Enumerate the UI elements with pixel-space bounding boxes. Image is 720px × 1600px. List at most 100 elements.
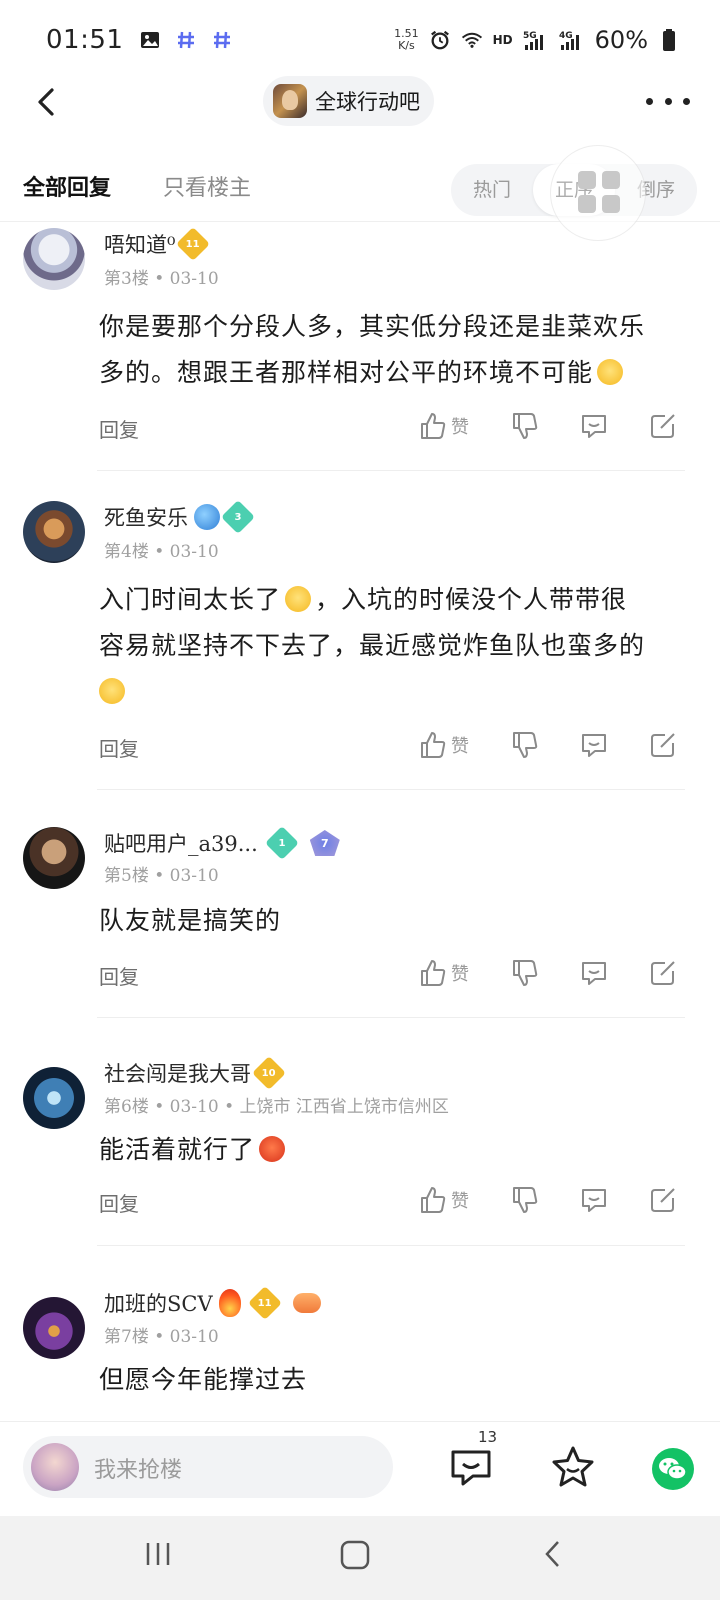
- gamepad-badge-icon: [292, 1293, 321, 1313]
- share-edit-icon[interactable]: [647, 1184, 679, 1216]
- recent-apps-icon[interactable]: [142, 1538, 174, 1570]
- post-content: 你是要那个分段人多，其实低分段还是韭菜欢乐 多的。想跟王者那样相对公平的环境不可…: [99, 312, 646, 387]
- top-nav-bar: 全球行动吧: [0, 72, 720, 132]
- gallery-icon: [139, 29, 161, 51]
- post-content: 入门时间太长了 ，入坑的时候没个人带带很 容易就坚持不下去了，最近感觉炸鱼队也蛮多…: [99, 577, 689, 715]
- star-icon[interactable]: [550, 1444, 596, 1490]
- smile-emoji-icon: [597, 359, 624, 385]
- divider: [97, 1017, 685, 1018]
- home-icon[interactable]: [338, 1538, 372, 1572]
- sort-hot-button[interactable]: 热门: [451, 164, 533, 216]
- level-badge: 3: [221, 500, 255, 534]
- post-actions: 回复 赞: [99, 1184, 689, 1224]
- forum-pill[interactable]: 全球行动吧: [263, 76, 434, 126]
- avatar[interactable]: [23, 501, 85, 563]
- post-meta: 第7楼 • 03-10: [104, 1327, 219, 1347]
- system-navigation-bar: [0, 1516, 720, 1600]
- username[interactable]: 死鱼安乐: [104, 502, 188, 532]
- comment-icon[interactable]: [578, 1184, 610, 1216]
- thumb-down-icon[interactable]: [509, 410, 541, 442]
- like-button[interactable]: 赞: [417, 729, 469, 761]
- hashtag-icon: [175, 29, 197, 51]
- thumb-down-icon[interactable]: [509, 1184, 541, 1216]
- member-badge-icon: 7: [309, 830, 340, 856]
- battery-percent: 60%: [594, 26, 648, 54]
- comment-icon[interactable]: [578, 957, 610, 989]
- wechat-share-icon[interactable]: [652, 1448, 694, 1490]
- forum-avatar: [273, 84, 307, 118]
- post-actions: 回复 赞: [99, 957, 689, 997]
- sweat-emoji-icon: [99, 678, 125, 704]
- divider: [97, 1245, 685, 1246]
- thumb-down-icon[interactable]: [509, 729, 541, 761]
- reply-input-placeholder: 我来抢楼: [94, 1458, 183, 1483]
- reply-button[interactable]: 回复: [99, 414, 139, 443]
- fire-emoji-icon: [218, 1289, 241, 1317]
- more-options-button[interactable]: [646, 84, 690, 118]
- tab-all-replies[interactable]: 全部回复: [23, 170, 111, 202]
- level-badge: 10: [252, 1056, 286, 1090]
- status-bar: 01:51 1.51 K/s HD 5G 4G 60%: [0, 0, 720, 80]
- thumb-up-icon: [421, 960, 446, 986]
- divider: [97, 789, 685, 790]
- svg-text:4G: 4G: [559, 31, 573, 41]
- tab-owner-only[interactable]: 只看楼主: [163, 170, 251, 202]
- thumb-up-icon: [421, 413, 446, 439]
- back-icon[interactable]: [538, 1538, 570, 1570]
- angry-emoji-icon: [259, 1136, 286, 1162]
- post-content: 队友就是搞笑的: [99, 906, 282, 935]
- forum-title: 全球行动吧: [315, 90, 420, 114]
- reply-input[interactable]: 我来抢楼: [23, 1436, 393, 1498]
- avatar[interactable]: [23, 1067, 85, 1129]
- share-edit-icon[interactable]: [647, 957, 679, 989]
- comments-icon[interactable]: [448, 1444, 494, 1490]
- comment-icon[interactable]: [578, 410, 610, 442]
- my-avatar: [31, 1443, 79, 1491]
- username[interactable]: 唔知道⁰: [104, 229, 175, 259]
- like-button[interactable]: 赞: [417, 1184, 469, 1216]
- level-badge: 11: [247, 1286, 282, 1320]
- username[interactable]: 贴吧用户_a39...: [104, 828, 258, 858]
- battery-icon: [658, 29, 680, 51]
- post-meta: 第4楼 • 03-10: [104, 542, 219, 562]
- share-edit-icon[interactable]: [647, 410, 679, 442]
- post-content: 但愿今年能撑过去: [99, 1365, 308, 1394]
- like-button[interactable]: 赞: [417, 957, 469, 989]
- alarm-icon: [429, 29, 451, 51]
- chevron-left-icon: [38, 88, 54, 116]
- wifi-icon: [461, 29, 483, 51]
- more-dots-icon: [646, 97, 653, 105]
- globe-emoji-icon: [194, 504, 220, 530]
- svg-text:5G: 5G: [523, 31, 537, 41]
- hashtag-icon: [211, 29, 233, 51]
- back-button[interactable]: [28, 82, 68, 122]
- post-actions: 回复 赞: [99, 410, 689, 450]
- floating-grid-icon[interactable]: [550, 145, 646, 241]
- like-button[interactable]: 赞: [417, 410, 469, 442]
- thumb-up-icon: [421, 1187, 446, 1213]
- thumb-down-icon[interactable]: [509, 957, 541, 989]
- post-meta: 第3楼 • 03-10: [104, 269, 219, 289]
- post-meta: 第6楼 • 03-10 • 上饶市 江西省上饶市信州区: [104, 1097, 449, 1117]
- username[interactable]: 加班的SCV: [104, 1288, 213, 1318]
- reply-button[interactable]: 回复: [99, 733, 139, 762]
- thumb-up-icon: [421, 732, 446, 758]
- signal-4g-icon: 4G: [559, 29, 585, 51]
- username[interactable]: 社会闯是我大哥: [104, 1058, 251, 1088]
- avatar[interactable]: [23, 827, 85, 889]
- level-badge: 1: [264, 826, 299, 860]
- signal-5g-icon: 5G: [523, 29, 549, 51]
- avatar[interactable]: [23, 1297, 85, 1359]
- hd-label: HD: [492, 33, 513, 47]
- laugh-emoji-icon: [285, 586, 312, 612]
- avatar[interactable]: [23, 228, 85, 290]
- comment-icon[interactable]: [578, 729, 610, 761]
- status-time: 01:51: [46, 25, 124, 55]
- reply-button[interactable]: 回复: [99, 961, 139, 990]
- divider: [97, 470, 685, 471]
- post-meta: 第5楼 • 03-10: [104, 866, 219, 886]
- bottom-action-bar: 我来抢楼 13: [0, 1421, 720, 1517]
- reply-button[interactable]: 回复: [99, 1188, 139, 1217]
- post-actions: 回复 赞: [99, 729, 689, 769]
- share-edit-icon[interactable]: [647, 729, 679, 761]
